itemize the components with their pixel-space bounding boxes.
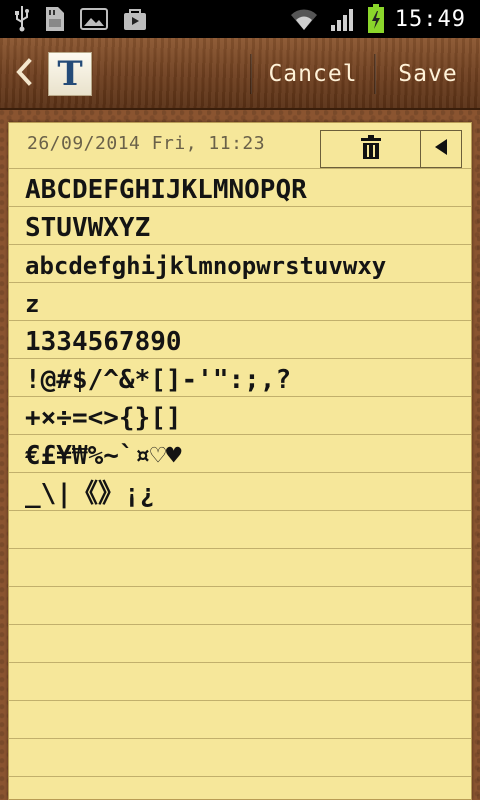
delete-button[interactable]	[321, 131, 421, 167]
collapse-button[interactable]	[421, 131, 461, 167]
wifi-icon	[289, 6, 319, 32]
app-icon-letter: T	[57, 54, 83, 94]
back-button[interactable]	[6, 52, 42, 96]
bag-icon	[122, 6, 148, 32]
status-bar: 15:49	[0, 0, 480, 38]
note-text-line: 1334567890	[25, 327, 182, 357]
divider	[250, 54, 252, 94]
clock: 15:49	[394, 6, 466, 32]
app-icon: T	[48, 52, 92, 96]
note-text-line: €£¥₩%~`¤♡♥	[25, 441, 182, 471]
trash-icon	[360, 134, 382, 164]
signal-icon	[329, 5, 357, 33]
note-text-line: z	[25, 290, 40, 318]
action-bar: T Cancel Save	[0, 38, 480, 110]
note-text-line: !@#$/^&*[]-'":;,?	[25, 365, 292, 395]
gallery-icon	[80, 7, 108, 31]
note-text-line: STUVWXYZ	[25, 213, 151, 243]
sd-card-icon	[44, 6, 66, 32]
note-text-line: _\|《》¡¿	[25, 479, 156, 509]
battery-charging-icon	[367, 4, 385, 34]
note-toolbar	[320, 130, 462, 168]
save-button[interactable]: Save	[380, 54, 476, 94]
divider	[374, 54, 376, 94]
note-body[interactable]: ABCDEFGHIJKLMNOPQR STUVWXYZ abcdefghijkl…	[25, 171, 465, 513]
note-text-line: abcdefghijklmnopwrstuvwxy	[25, 252, 387, 280]
usb-icon	[14, 6, 30, 32]
note-text-line: +×÷=<>{}[]	[25, 403, 182, 433]
note-date: 26/09/2014 Fri, 11:23	[27, 133, 266, 154]
memo-note[interactable]: 26/09/2014 Fri, 11:23 ABCDEFGHIJKLMNOPQR…	[8, 122, 472, 800]
note-text-line: ABCDEFGHIJKLMNOPQR	[25, 175, 307, 205]
back-chevron-icon	[14, 58, 34, 90]
cancel-button[interactable]: Cancel	[256, 54, 370, 94]
triangle-left-icon	[434, 138, 448, 160]
